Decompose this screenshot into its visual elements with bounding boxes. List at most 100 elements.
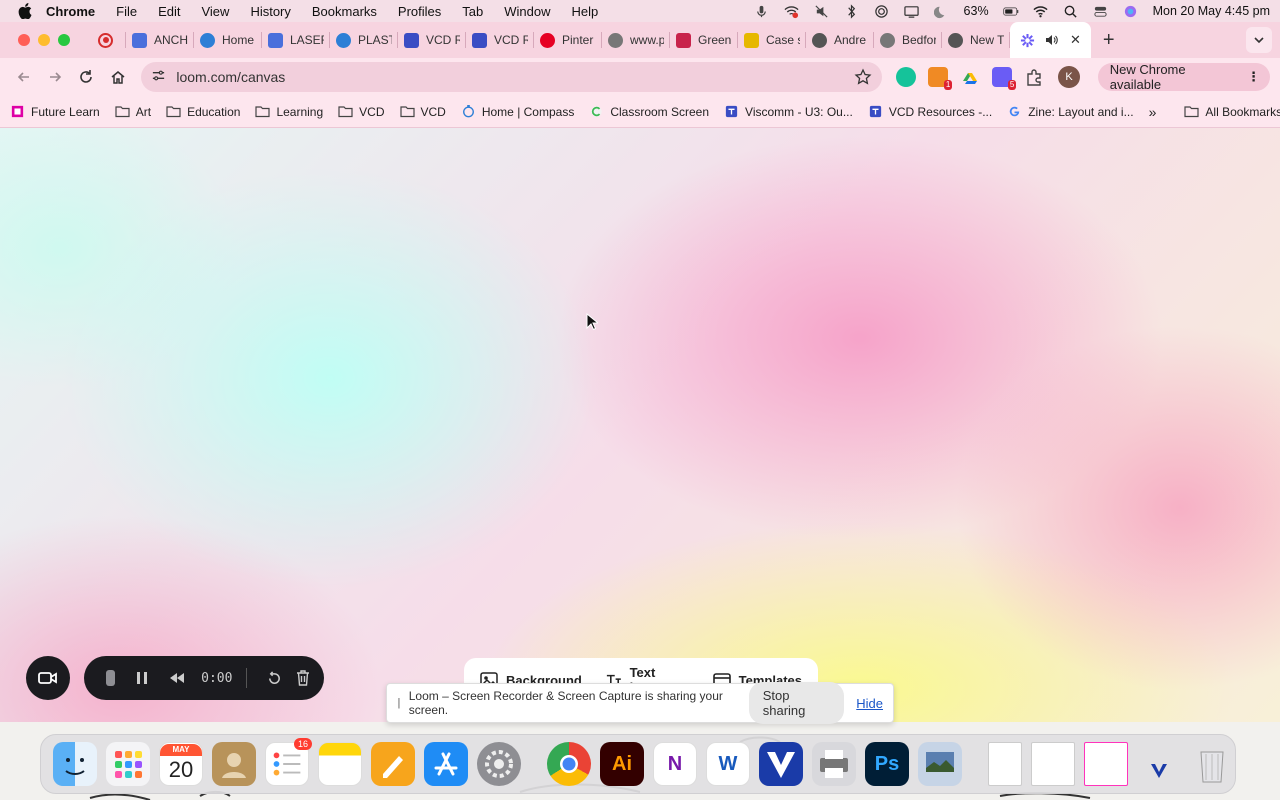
menu-window[interactable]: Window bbox=[504, 4, 550, 19]
rewind-icon[interactable] bbox=[169, 670, 185, 686]
menu-tab[interactable]: Tab bbox=[462, 4, 483, 19]
focus-moon-icon[interactable] bbox=[934, 3, 950, 19]
minimize-window-button[interactable] bbox=[38, 34, 50, 46]
system-settings-gear-icon[interactable] bbox=[477, 742, 521, 786]
spotlight-search-icon[interactable] bbox=[1063, 3, 1079, 19]
menu-bookmarks[interactable]: Bookmarks bbox=[312, 4, 377, 19]
calendar-icon[interactable]: MAY 20 bbox=[159, 742, 203, 786]
tab-item[interactable]: Andre bbox=[806, 22, 874, 58]
drag-handle-icon[interactable]: || bbox=[397, 697, 400, 709]
tab-item[interactable]: Green bbox=[670, 22, 738, 58]
drive-icon[interactable] bbox=[960, 67, 980, 87]
airdrop-icon[interactable] bbox=[874, 3, 890, 19]
url-text[interactable]: loom.com/canvas bbox=[176, 69, 285, 85]
close-tab-icon[interactable]: ✕ bbox=[1070, 32, 1081, 48]
tab-item[interactable]: VCD R bbox=[466, 22, 534, 58]
siri-icon[interactable] bbox=[1123, 3, 1139, 19]
new-chrome-available-button[interactable]: New Chrome available ⋮ bbox=[1097, 62, 1270, 92]
close-window-button[interactable] bbox=[18, 34, 30, 46]
new-tab-button[interactable]: + bbox=[1103, 29, 1115, 52]
app-store-icon[interactable] bbox=[424, 742, 468, 786]
microphone-icon[interactable] bbox=[754, 3, 770, 19]
menu-help[interactable]: Help bbox=[572, 4, 599, 19]
hide-notification-link[interactable]: Hide bbox=[856, 696, 883, 711]
contacts-icon[interactable] bbox=[212, 742, 256, 786]
fullscreen-window-button[interactable] bbox=[58, 34, 70, 46]
menubar-clock[interactable]: Mon 20 May 4:45 pm bbox=[1153, 4, 1270, 18]
profile-avatar[interactable]: K bbox=[1058, 66, 1080, 88]
tab-item[interactable]: LASER bbox=[262, 22, 330, 58]
bookmark-item[interactable]: VCD Resources -... bbox=[868, 104, 992, 119]
bookmark-item[interactable]: Future Learn bbox=[10, 104, 100, 119]
site-info-icon[interactable] bbox=[151, 68, 166, 86]
menu-file[interactable]: File bbox=[116, 4, 137, 19]
tab-item[interactable]: ANCH bbox=[126, 22, 194, 58]
forward-arrow-icon[interactable] bbox=[41, 63, 68, 91]
bookmark-item[interactable]: VCD bbox=[338, 104, 385, 119]
photoshop-icon[interactable]: Ps bbox=[865, 742, 909, 786]
all-bookmarks-folder[interactable]: All Bookmarks bbox=[1184, 104, 1280, 119]
menu-history[interactable]: History bbox=[250, 4, 290, 19]
pages-icon[interactable] bbox=[371, 742, 415, 786]
bookmark-item[interactable]: Home | Compass bbox=[461, 104, 574, 119]
puzzle-icon[interactable] bbox=[1024, 67, 1044, 87]
trash-icon[interactable] bbox=[296, 670, 310, 686]
bookmark-star-icon[interactable] bbox=[854, 68, 872, 86]
display-icon[interactable] bbox=[904, 3, 920, 19]
tab-item[interactable]: VCD R bbox=[398, 22, 466, 58]
home-icon[interactable] bbox=[104, 63, 131, 91]
tab-audio-icon[interactable] bbox=[1044, 33, 1058, 47]
mute-icon[interactable] bbox=[814, 3, 830, 19]
menu-edit[interactable]: Edit bbox=[158, 4, 180, 19]
screen-share-status-icon[interactable] bbox=[784, 3, 800, 19]
vectornator-download-icon[interactable] bbox=[1137, 742, 1181, 786]
pause-icon[interactable] bbox=[135, 670, 149, 686]
document-thumbnail-2[interactable] bbox=[1031, 742, 1075, 786]
bookmark-item[interactable]: Zine: Layout and i... bbox=[1007, 104, 1134, 119]
back-arrow-icon[interactable] bbox=[10, 63, 37, 91]
loom-ext-icon[interactable]: 5 bbox=[992, 67, 1017, 90]
battery-icon[interactable] bbox=[1002, 3, 1019, 19]
printer-icon[interactable] bbox=[812, 742, 856, 786]
address-bar[interactable]: loom.com/canvas bbox=[141, 62, 883, 92]
word-icon[interactable]: W bbox=[706, 742, 750, 786]
launchpad-icon[interactable] bbox=[106, 742, 150, 786]
tab-item[interactable]: New T bbox=[942, 22, 1010, 58]
tab-item[interactable]: Case s bbox=[738, 22, 806, 58]
tab-item[interactable] bbox=[92, 22, 126, 58]
menu-app-chrome[interactable]: Chrome bbox=[46, 4, 95, 19]
stop-recording-button[interactable] bbox=[106, 670, 116, 686]
onenote-icon[interactable]: N bbox=[653, 742, 697, 786]
control-center-icon[interactable] bbox=[1093, 3, 1109, 19]
tab-item[interactable]: PLAST bbox=[330, 22, 398, 58]
illustrator-icon[interactable]: Ai bbox=[600, 742, 644, 786]
bookmark-item[interactable]: Learning bbox=[255, 104, 323, 119]
vectornator-icon[interactable] bbox=[759, 742, 803, 786]
bookmark-item[interactable]: Art bbox=[115, 104, 151, 119]
notes-icon[interactable] bbox=[318, 742, 362, 786]
tab-item[interactable]: www.p bbox=[602, 22, 670, 58]
stop-sharing-button[interactable]: Stop sharing bbox=[748, 682, 845, 724]
bookmark-item[interactable]: Viscomm - U3: Ou... bbox=[724, 104, 853, 119]
tab-item[interactable]: Pinter bbox=[534, 22, 602, 58]
tab-item[interactable]: Bedfor bbox=[874, 22, 942, 58]
extension-orange-icon[interactable]: 1 bbox=[928, 67, 953, 90]
loom-canvas[interactable]: 0:00 Background Text layout Templates bbox=[0, 128, 1280, 722]
preview-icon[interactable] bbox=[918, 742, 962, 786]
more-menu-icon[interactable]: ⋮ bbox=[1247, 69, 1260, 85]
reminders-icon[interactable]: 16 bbox=[265, 738, 312, 786]
document-thumbnail-3[interactable] bbox=[1084, 742, 1128, 786]
chrome-icon[interactable] bbox=[547, 742, 591, 786]
restart-icon[interactable] bbox=[267, 670, 282, 686]
bookmark-item[interactable]: VCD bbox=[399, 104, 446, 119]
trash-bin-icon[interactable] bbox=[1190, 742, 1234, 786]
wifi-icon[interactable] bbox=[1033, 3, 1049, 19]
tab-item[interactable]: Home bbox=[194, 22, 262, 58]
document-thumbnail-1[interactable] bbox=[988, 742, 1022, 786]
menu-profiles[interactable]: Profiles bbox=[398, 4, 441, 19]
bookmark-item[interactable]: Education bbox=[166, 104, 240, 119]
finder-icon[interactable] bbox=[53, 742, 97, 786]
reload-icon[interactable] bbox=[73, 63, 100, 91]
apple-menu-icon[interactable] bbox=[18, 3, 32, 19]
bookmark-item[interactable]: Classroom Screen bbox=[589, 104, 709, 119]
